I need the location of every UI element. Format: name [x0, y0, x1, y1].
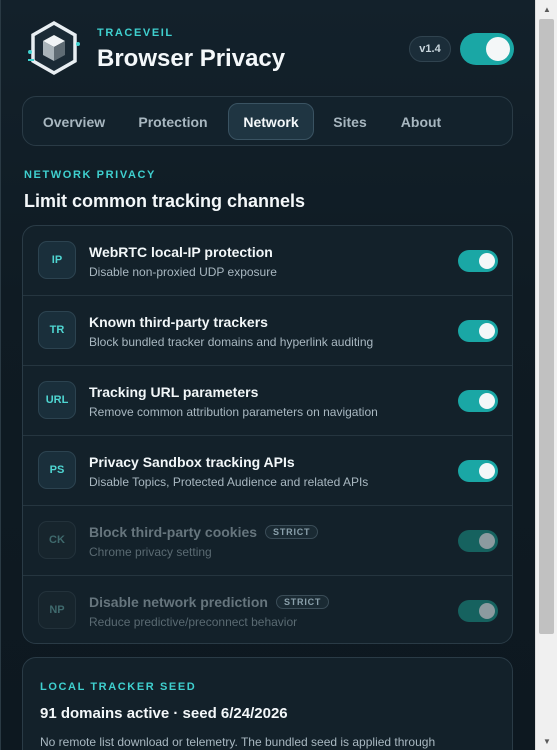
scroll-thumb[interactable]	[539, 19, 554, 634]
master-protection-toggle[interactable]	[460, 33, 514, 65]
setting-title: Privacy Sandbox tracking APIs	[89, 454, 295, 470]
section-title: Limit common tracking channels	[24, 191, 306, 211]
setting-description: Block bundled tracker domains and hyperl…	[89, 335, 374, 349]
setting-third-party-cookies: CK Block third-party cookies STRICT Chrom…	[23, 506, 512, 576]
setting-title: Block third-party cookies STRICT	[89, 524, 319, 540]
setting-description: Reduce predictive/preconnect behavior	[89, 615, 298, 629]
scrollbar[interactable]: ▲ ▼	[535, 0, 557, 750]
toggle-knob	[479, 253, 495, 269]
toggle-knob	[486, 37, 510, 61]
setting-badge: URL	[38, 381, 76, 419]
strict-tag: STRICT	[265, 525, 319, 539]
header: TRACEVEIL Browser Privacy v1.4	[28, 18, 518, 82]
version-badge: v1.4	[409, 36, 451, 62]
tab-bar: Overview Protection Network Sites About	[22, 96, 513, 146]
setting-title: Tracking URL parameters	[89, 384, 259, 400]
setting-toggle-privacy-sandbox[interactable]	[458, 460, 498, 482]
scroll-down-arrow-icon[interactable]: ▼	[536, 732, 557, 750]
setting-toggle-url-params[interactable]	[458, 390, 498, 412]
tracker-seed-card: LOCAL TRACKER SEED 91 domains active · s…	[22, 657, 513, 750]
seed-description: No remote list download or telemetry. Th…	[40, 735, 436, 749]
settings-list: IP WebRTC local-IP protection Disable no…	[22, 225, 513, 644]
setting-privacy-sandbox: PS Privacy Sandbox tracking APIs Disable…	[23, 436, 512, 506]
section-kicker: NETWORK PRIVACY	[24, 169, 156, 181]
toggle-knob	[479, 533, 495, 549]
setting-toggle-third-party-cookies[interactable]	[458, 530, 498, 552]
setting-title-text: Block third-party cookies	[89, 524, 258, 540]
seed-title: 91 domains active · seed 6/24/2026	[40, 705, 288, 722]
setting-toggle-network-prediction[interactable]	[458, 600, 498, 622]
setting-badge: IP	[38, 241, 76, 279]
setting-network-prediction: NP Disable network prediction STRICT Redu…	[23, 576, 512, 643]
scroll-up-arrow-icon[interactable]: ▲	[536, 0, 557, 18]
toggle-knob	[479, 603, 495, 619]
toggle-knob	[479, 323, 495, 339]
setting-badge: CK	[38, 521, 76, 559]
logo-cube-icon	[28, 20, 80, 76]
strict-tag: STRICT	[275, 595, 330, 609]
setting-title: Known third-party trackers	[89, 314, 268, 330]
setting-badge: TR	[38, 311, 76, 349]
app-title: Browser Privacy	[97, 45, 286, 72]
setting-description: Disable Topics, Protected Audience and r…	[89, 475, 369, 489]
toggle-knob	[479, 393, 495, 409]
setting-webrtc: IP WebRTC local-IP protection Disable no…	[23, 226, 512, 296]
setting-title: Disable network prediction STRICT	[89, 594, 330, 610]
setting-toggle-trackers[interactable]	[458, 320, 498, 342]
tab-sites[interactable]: Sites	[322, 103, 378, 140]
setting-description: Chrome privacy setting	[89, 545, 212, 559]
tab-protection[interactable]: Protection	[127, 103, 219, 140]
setting-description: Remove common attribution parameters on …	[89, 405, 378, 419]
tab-network[interactable]: Network	[228, 103, 314, 140]
setting-title-text: Disable network prediction	[89, 594, 268, 610]
setting-badge: NP	[38, 591, 76, 629]
setting-toggle-webrtc[interactable]	[458, 250, 498, 272]
setting-url-params: URL Tracking URL parameters Remove commo…	[23, 366, 512, 436]
setting-badge: PS	[38, 451, 76, 489]
toggle-knob	[479, 463, 495, 479]
seed-kicker: LOCAL TRACKER SEED	[40, 681, 197, 693]
setting-description: Disable non-proxied UDP exposure	[89, 265, 277, 279]
setting-title: WebRTC local-IP protection	[89, 244, 273, 260]
brand-name: TRACEVEIL	[97, 27, 174, 39]
tab-about[interactable]: About	[387, 103, 455, 140]
setting-trackers: TR Known third-party trackers Block bund…	[23, 296, 512, 366]
tab-overview[interactable]: Overview	[31, 103, 117, 140]
